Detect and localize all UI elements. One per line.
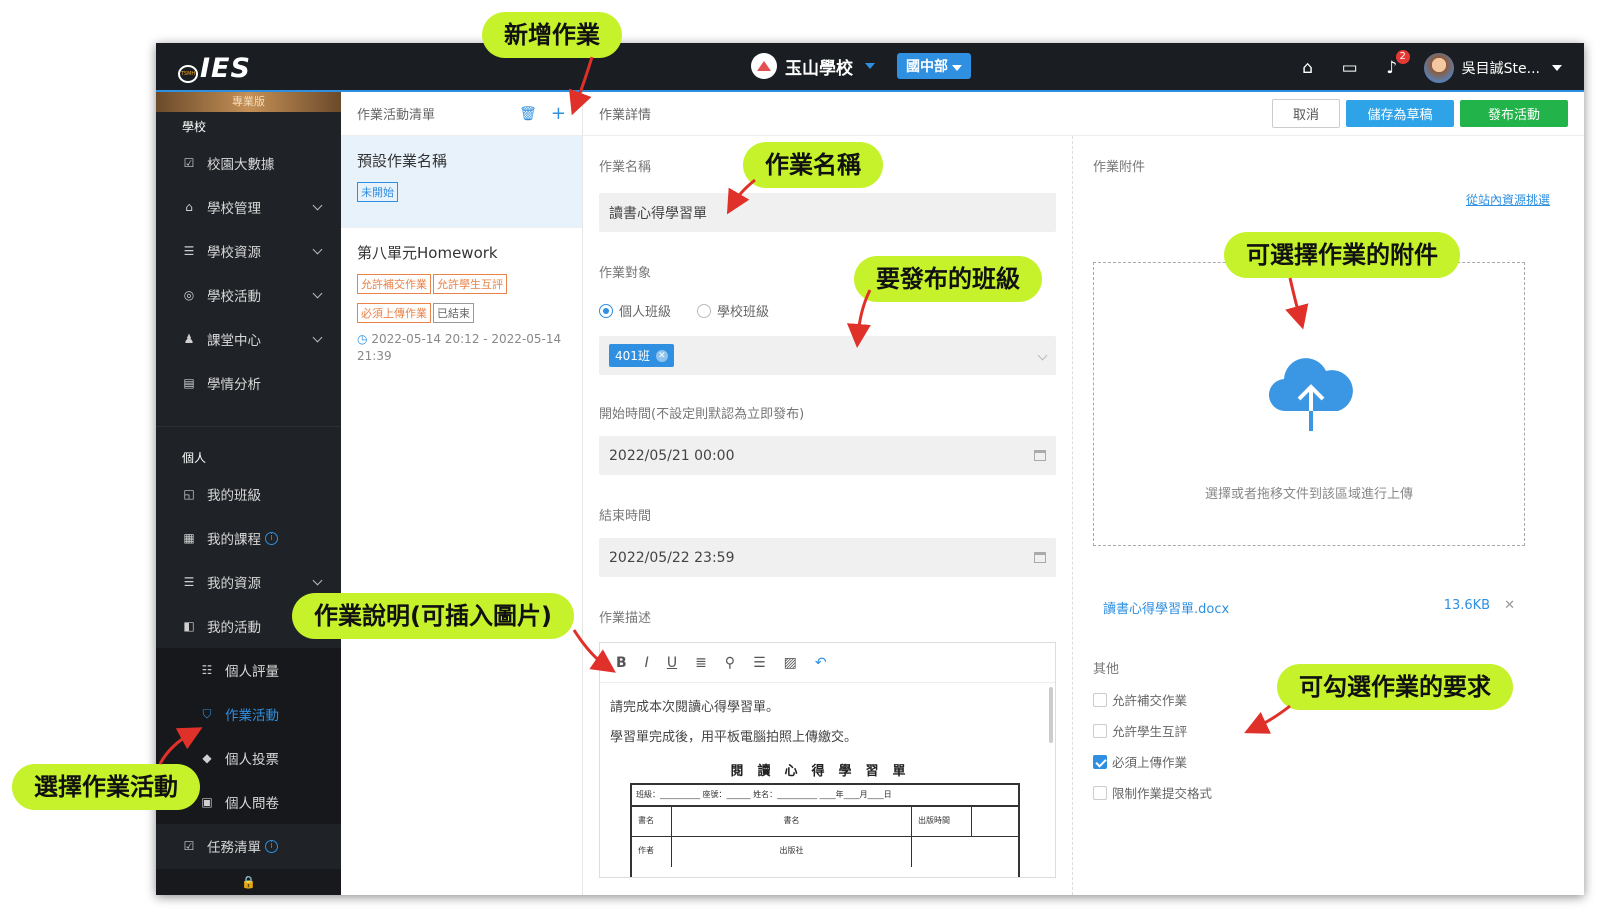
arrow-name bbox=[726, 178, 756, 215]
arrow-attach bbox=[1285, 277, 1309, 330]
arrow-add bbox=[568, 56, 594, 116]
annotation-arrows bbox=[158, 56, 1309, 765]
arrow-classes bbox=[846, 289, 872, 348]
arrow-desc bbox=[572, 629, 616, 673]
arrow-reqs bbox=[1244, 704, 1291, 734]
arrow-select bbox=[158, 727, 203, 765]
